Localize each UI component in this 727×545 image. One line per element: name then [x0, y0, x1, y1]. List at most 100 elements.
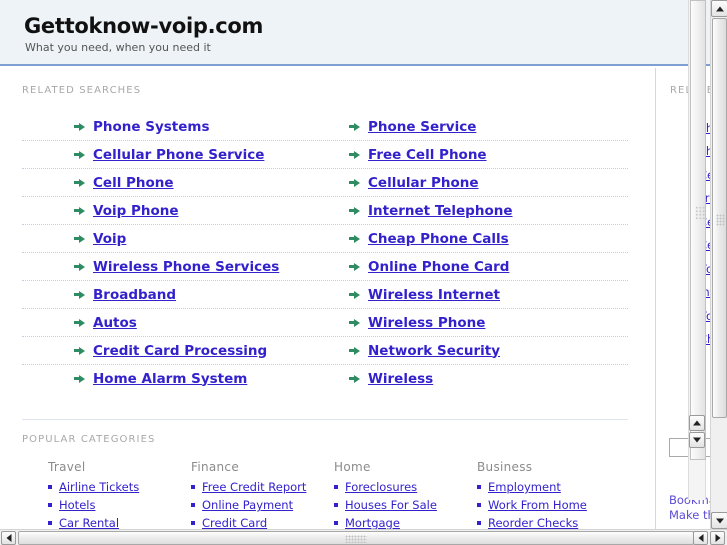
- category-link[interactable]: Airline Tickets: [59, 479, 139, 495]
- related-link[interactable]: Cellular Phone: [368, 175, 479, 191]
- related-link-cell[interactable]: Cellular Phone: [325, 175, 628, 191]
- category-link[interactable]: Online Payment: [202, 497, 293, 513]
- vertical-scrollbar[interactable]: [710, 0, 727, 529]
- bullet-dot-icon: [334, 485, 338, 489]
- make-homepage-link[interactable]: Make this my homepage: [669, 508, 710, 523]
- bullet-dot-icon: [191, 521, 195, 525]
- scroll-down-button[interactable]: [711, 512, 727, 529]
- related-link[interactable]: Voip Phone: [93, 203, 179, 219]
- related-link-cell[interactable]: Credit Card Processing: [22, 343, 325, 359]
- related-link[interactable]: Voip: [93, 231, 126, 247]
- category-item[interactable]: Foreclosures: [334, 479, 477, 495]
- category-link[interactable]: Free Credit Report: [202, 479, 306, 495]
- arrow-bullet-icon: [349, 317, 360, 328]
- related-link[interactable]: Cell Phone: [93, 175, 174, 191]
- related-link-cell[interactable]: Voip: [22, 231, 325, 247]
- triangle-up-icon: [693, 420, 701, 426]
- bullet-dot-icon: [191, 485, 195, 489]
- category-item[interactable]: Airline Tickets: [48, 479, 191, 495]
- category-title: Home: [334, 460, 371, 474]
- related-link[interactable]: Wireless: [368, 371, 433, 387]
- related-link[interactable]: Home Alarm System: [93, 371, 247, 387]
- bullet-dot-icon: [477, 485, 481, 489]
- vertical-scrollbar-thumb[interactable]: [712, 18, 727, 418]
- related-link-cell[interactable]: Wireless Phone Services: [22, 259, 325, 275]
- category-item[interactable]: Car Rental: [48, 515, 191, 529]
- category-title: Travel: [48, 460, 86, 474]
- inner-frame-scrollbar-thumb[interactable]: [690, 0, 706, 460]
- related-link[interactable]: Credit Card Processing: [93, 343, 267, 359]
- category-link[interactable]: Car Rental: [59, 515, 119, 529]
- arrow-bullet-icon: [349, 261, 360, 272]
- related-link[interactable]: Broadband: [93, 287, 176, 303]
- related-link-cell[interactable]: Internet Telephone: [325, 203, 628, 219]
- related-link[interactable]: Phone Service: [368, 119, 476, 135]
- inner-scroll-up-button[interactable]: [689, 415, 705, 431]
- related-link[interactable]: Wireless Phone Services: [93, 259, 279, 275]
- arrow-bullet-icon: [74, 261, 85, 272]
- related-link-cell[interactable]: Cheap Phone Calls: [325, 231, 628, 247]
- arrow-bullet-icon: [349, 373, 360, 384]
- bullet-dot-icon: [48, 521, 52, 525]
- category-item[interactable]: Free Credit Report: [191, 479, 334, 495]
- category-item[interactable]: Credit Card Application: [191, 515, 334, 529]
- scroll-left-button[interactable]: [1, 531, 16, 545]
- bullet-dot-icon: [477, 521, 481, 525]
- related-link[interactable]: Cheap Phone Calls: [368, 231, 509, 247]
- category-link[interactable]: Reorder Checks: [488, 515, 578, 529]
- related-link-cell[interactable]: Phone Systems: [22, 119, 325, 135]
- related-link-cell[interactable]: Autos: [22, 315, 325, 331]
- arrow-bullet-icon: [349, 289, 360, 300]
- scroll-up-button[interactable]: [711, 0, 727, 17]
- related-link[interactable]: Internet Telephone: [368, 203, 513, 219]
- category-link[interactable]: Hotels: [59, 497, 95, 513]
- bullet-dot-icon: [48, 503, 52, 507]
- related-link[interactable]: Autos: [93, 315, 137, 331]
- related-link[interactable]: Network Security: [368, 343, 500, 359]
- related-link[interactable]: Cellular Phone Service: [93, 147, 264, 163]
- related-link-cell[interactable]: Phone Service: [325, 119, 628, 135]
- related-link-cell[interactable]: Wireless Phone: [325, 315, 628, 331]
- bullet-dot-icon: [334, 503, 338, 507]
- category-item[interactable]: Online Payment: [191, 497, 334, 513]
- scroll-left-button-secondary[interactable]: [693, 531, 708, 545]
- related-link-cell[interactable]: Free Cell Phone: [325, 147, 628, 163]
- site-header: Gettoknow-voip.com What you need, when y…: [0, 0, 710, 66]
- related-link-cell[interactable]: Online Phone Card: [325, 259, 628, 275]
- related-row: Home Alarm System Wireless: [22, 365, 628, 392]
- inner-scroll-down-button[interactable]: [689, 432, 705, 448]
- section-divider: [22, 419, 628, 420]
- horizontal-scrollbar[interactable]: [0, 529, 727, 545]
- related-link-cell[interactable]: Cell Phone: [22, 175, 325, 191]
- scroll-right-button[interactable]: [710, 531, 725, 545]
- category-item[interactable]: Employment: [477, 479, 620, 495]
- category-item[interactable]: Hotels: [48, 497, 191, 513]
- category-link[interactable]: Mortgage: [345, 515, 400, 529]
- related-link-cell[interactable]: Voip Phone: [22, 203, 325, 219]
- category-item[interactable]: Houses For Sale: [334, 497, 477, 513]
- related-link[interactable]: Free Cell Phone: [368, 147, 487, 163]
- category-link[interactable]: Houses For Sale: [345, 497, 437, 513]
- category-link[interactable]: Work From Home: [488, 497, 587, 513]
- related-link-cell[interactable]: Home Alarm System: [22, 371, 325, 387]
- category-item[interactable]: Reorder Checks: [477, 515, 620, 529]
- category-link[interactable]: Credit Card Application: [202, 515, 334, 529]
- triangle-up-icon: [715, 6, 724, 11]
- page-title: Gettoknow-voip.com: [24, 14, 264, 38]
- category-link[interactable]: Employment: [488, 479, 561, 495]
- horizontal-scrollbar-thumb[interactable]: [18, 531, 694, 545]
- related-link[interactable]: Wireless Phone: [368, 315, 485, 331]
- related-link-cell[interactable]: Wireless Internet: [325, 287, 628, 303]
- scrollbar-grip-icon: [695, 206, 705, 220]
- category-link[interactable]: Foreclosures: [345, 479, 417, 495]
- related-link-cell[interactable]: Wireless: [325, 371, 628, 387]
- related-link-cell[interactable]: Cellular Phone Service: [22, 147, 325, 163]
- related-link[interactable]: Phone Systems: [93, 119, 210, 135]
- category-item[interactable]: Mortgage: [334, 515, 477, 529]
- related-link[interactable]: Wireless Internet: [368, 287, 500, 303]
- category-item[interactable]: Work From Home: [477, 497, 620, 513]
- related-link-cell[interactable]: Network Security: [325, 343, 628, 359]
- category-title: Business: [477, 460, 533, 474]
- related-link[interactable]: Online Phone Card: [368, 259, 509, 275]
- related-link-cell[interactable]: Broadband: [22, 287, 325, 303]
